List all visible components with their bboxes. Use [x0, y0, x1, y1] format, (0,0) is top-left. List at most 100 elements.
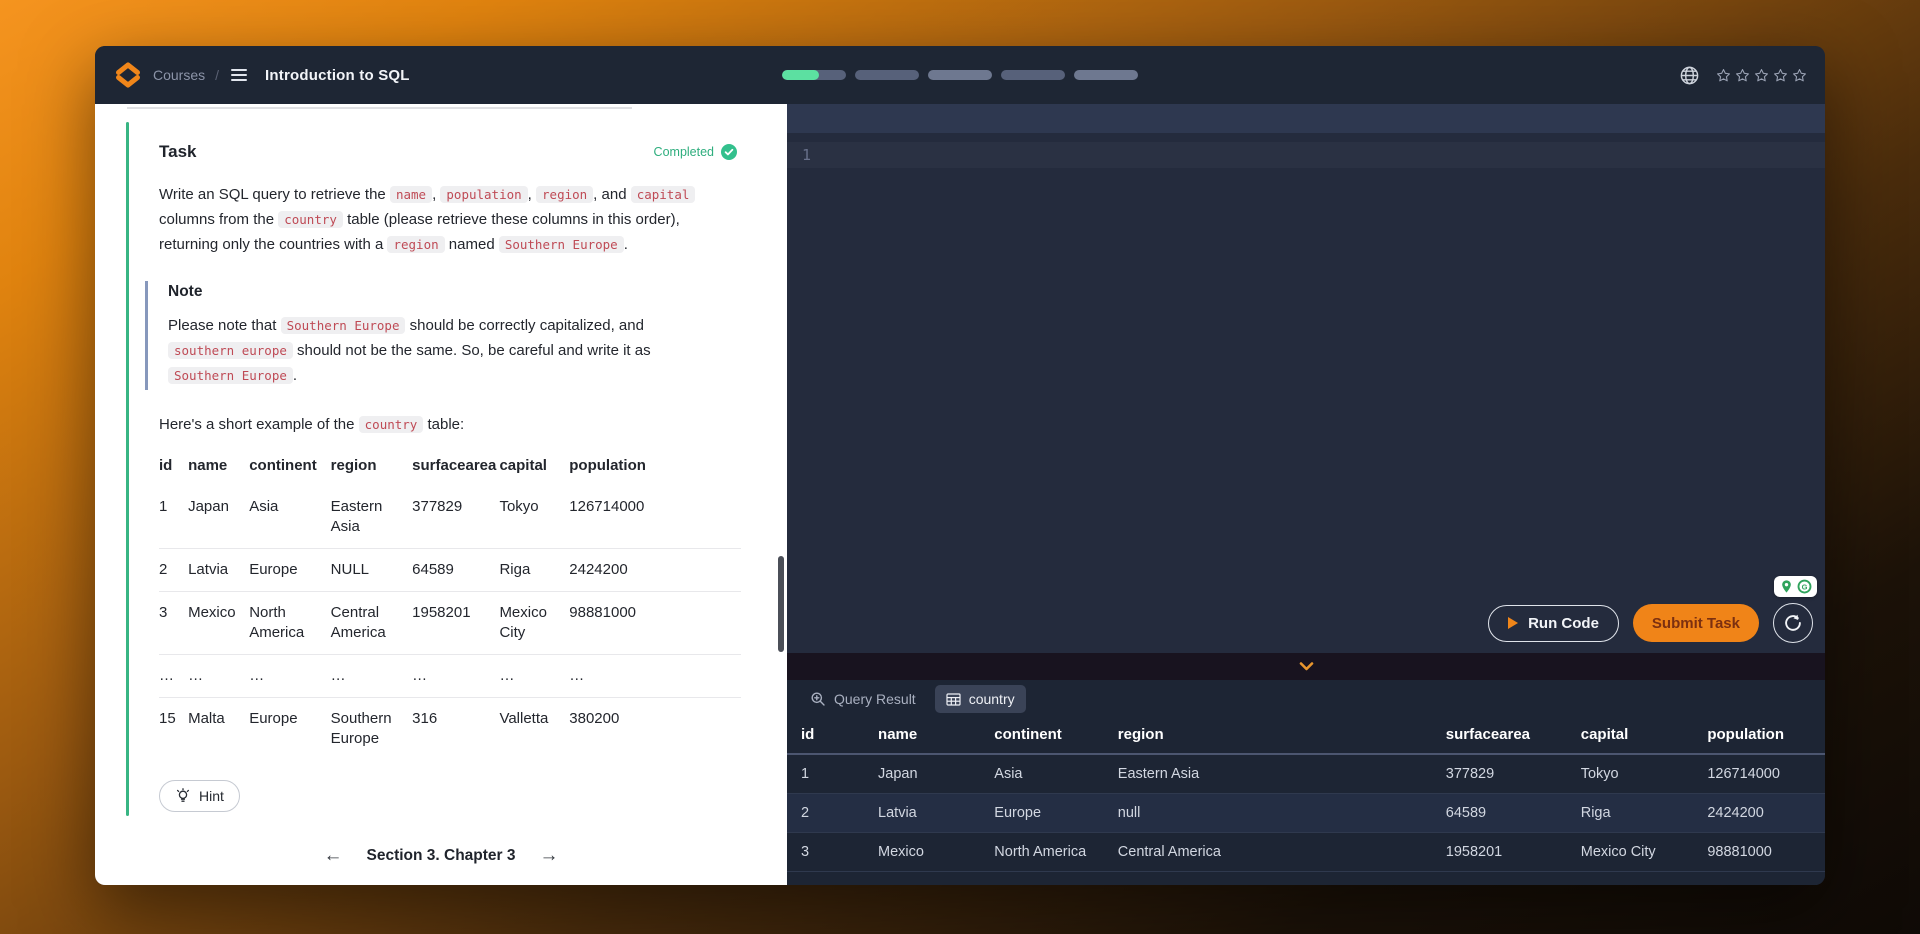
g-icon[interactable]: G: [1797, 579, 1812, 594]
cell: 64589: [1438, 794, 1573, 833]
cell: null: [1110, 794, 1438, 833]
cell: 126714000: [569, 486, 741, 549]
cell: Europe: [249, 549, 330, 592]
logo-icon[interactable]: [113, 61, 143, 89]
text-run: Write an SQL query to retrieve the: [159, 186, 390, 203]
current-line-highlight: [787, 142, 1825, 168]
cell: North America: [249, 592, 330, 655]
editor-panel: 1 G Run Code Submit Task: [787, 104, 1825, 885]
hint-label: Hint: [199, 788, 224, 804]
code-editor[interactable]: 1 G Run Code Submit Task: [787, 133, 1825, 653]
tab-country[interactable]: country: [935, 685, 1026, 713]
cell: Eastern Asia: [331, 486, 412, 549]
progress-segment[interactable]: [1074, 70, 1138, 80]
table-row: …………………: [159, 655, 741, 698]
cell: NULL: [331, 549, 412, 592]
text-run: columns from the: [159, 211, 278, 228]
cell: Central America: [331, 592, 412, 655]
progress-fill: [782, 70, 819, 80]
tab-query-result[interactable]: Query Result: [799, 685, 927, 713]
star-icon[interactable]: [1792, 68, 1807, 83]
text-run: should be correctly capitalized, and: [405, 317, 643, 334]
status-label: Completed: [654, 145, 714, 159]
cell: 380200: [569, 698, 741, 761]
star-icon[interactable]: [1754, 68, 1769, 83]
task-description: Write an SQL query to retrieve the name,…: [159, 182, 737, 257]
cell: 1958201: [1438, 833, 1573, 872]
progress-segment[interactable]: [855, 70, 919, 80]
inline-code: Southern Europe: [281, 317, 406, 334]
cell: Malta: [188, 698, 249, 761]
globe-icon[interactable]: [1679, 65, 1700, 86]
bulb-icon: [175, 788, 191, 804]
cell: North America: [986, 833, 1110, 872]
progress-segment[interactable]: [782, 70, 846, 80]
table-row: 2LatviaEuropenull64589Riga2424200: [787, 794, 1825, 833]
progress-segment[interactable]: [1001, 70, 1065, 80]
example-intro: Here's a short example of the country ta…: [159, 416, 737, 433]
submit-task-button[interactable]: Submit Task: [1633, 604, 1759, 642]
cell: Tokyo: [499, 486, 569, 549]
cell: Asia: [249, 486, 330, 549]
cell: 377829: [412, 486, 499, 549]
progress-segment[interactable]: [928, 70, 992, 80]
hint-button[interactable]: Hint: [159, 780, 240, 812]
text-run: , and: [593, 186, 631, 203]
panel-divider[interactable]: [787, 653, 1825, 680]
svg-text:G: G: [1802, 582, 1808, 591]
note-title: Note: [168, 283, 737, 301]
table-row: 3MexicoNorth AmericaCentral America19582…: [787, 833, 1825, 872]
chevron-down-icon[interactable]: [1299, 662, 1314, 671]
header-cell: population: [1699, 718, 1825, 754]
results-table: idnamecontinentregionsurfaceareacapitalp…: [787, 718, 1825, 872]
cell: …: [499, 655, 569, 698]
header-cell: name: [188, 451, 249, 486]
table-row: 3MexicoNorth AmericaCentral America19582…: [159, 592, 741, 655]
extension-icons-badge: G: [1774, 576, 1817, 597]
breadcrumb[interactable]: Courses: [153, 67, 205, 83]
text-run: Here's a short example of the: [159, 416, 359, 433]
inline-code: region: [387, 236, 444, 253]
star-icon[interactable]: [1773, 68, 1788, 83]
hamburger-icon[interactable]: [229, 67, 249, 83]
header-cell: region: [1110, 718, 1438, 754]
cell: 2: [159, 549, 188, 592]
cell: 2424200: [1699, 794, 1825, 833]
cell: Riga: [1573, 794, 1700, 833]
text-run: .: [624, 236, 628, 253]
pin-icon[interactable]: [1779, 579, 1794, 594]
table-row: 15MaltaEuropeSouthern Europe316Valletta3…: [159, 698, 741, 761]
header-right: [1679, 65, 1807, 86]
cell: Southern Europe: [331, 698, 412, 761]
next-chapter-arrow-icon[interactable]: →: [540, 846, 559, 865]
check-circle-icon: [721, 144, 737, 160]
inline-code: Southern Europe: [499, 236, 624, 253]
chapter-navigation: ← Section 3. Chapter 3 →: [95, 846, 787, 865]
progress-bar: [782, 70, 1138, 80]
cell: Japan: [188, 486, 249, 549]
prev-chapter-arrow-icon[interactable]: ←: [323, 846, 342, 865]
cell: …: [159, 655, 188, 698]
star-icon[interactable]: [1735, 68, 1750, 83]
star-icon[interactable]: [1716, 68, 1731, 83]
header-cell: population: [569, 451, 741, 486]
cell: Tokyo: [1573, 754, 1700, 794]
cell: Mexico City: [499, 592, 569, 655]
cell: …: [569, 655, 741, 698]
task-scroll-area[interactable]: Task Completed Write an SQL query to ret…: [95, 104, 787, 885]
task-panel: Task Completed Write an SQL query to ret…: [95, 104, 787, 885]
reset-button[interactable]: [1773, 603, 1813, 643]
cell: Asia: [986, 754, 1110, 794]
scrollbar-thumb[interactable]: [778, 556, 784, 652]
header-cell: id: [787, 718, 870, 754]
cell: Japan: [870, 754, 986, 794]
header-left: Courses / Introduction to SQL: [113, 61, 410, 89]
cell: Eastern Asia: [1110, 754, 1438, 794]
inline-code: name: [390, 186, 432, 203]
table-row: 1JapanAsiaEastern Asia377829Tokyo1267140…: [159, 486, 741, 549]
cell: Valletta: [499, 698, 569, 761]
table-row: 2LatviaEuropeNULL64589Riga2424200: [159, 549, 741, 592]
editor-toolbar: [787, 104, 1825, 133]
cell: Latvia: [188, 549, 249, 592]
run-code-button[interactable]: Run Code: [1488, 605, 1619, 642]
